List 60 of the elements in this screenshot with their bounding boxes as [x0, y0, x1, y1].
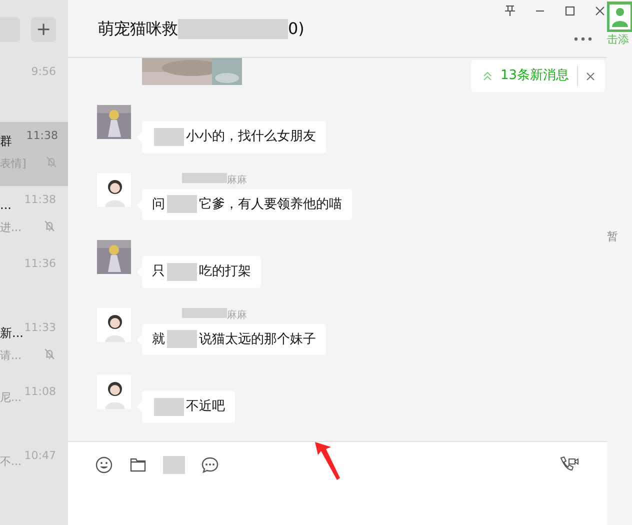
video-call-icon[interactable] — [559, 456, 579, 472]
pixelated-patch — [182, 308, 227, 318]
new-messages-banner[interactable]: 13条新消息 — [471, 60, 605, 92]
message-text: 不近吧 — [186, 398, 225, 416]
message-text: 吃的打架 — [199, 263, 251, 281]
chat-name: 新... — [0, 325, 24, 342]
add-button[interactable]: + — [31, 16, 56, 42]
chat-time: 11:36 — [24, 256, 56, 272]
chat-item[interactable]: 不... 10:47 — [0, 442, 68, 506]
message-text: 就 — [152, 330, 165, 348]
double-chevron-up-icon — [483, 71, 492, 81]
sender-name: 麻麻 — [227, 174, 247, 186]
message-text: 只 — [152, 263, 165, 281]
chat-preview: 尼... — [0, 390, 22, 406]
pixelated-patch — [167, 262, 197, 281]
pixelated-patch — [154, 398, 184, 416]
chat-title-tail: 0) — [288, 18, 304, 40]
message-text: 它爹，有人要领养他的喵 — [199, 196, 342, 214]
chat-time: 11:38 — [24, 192, 56, 208]
message-text: 问 — [152, 196, 165, 214]
user-avatar[interactable] — [97, 308, 131, 342]
chat-title: 萌宠猫咪救 — [98, 18, 178, 40]
pixelated-patch — [163, 456, 185, 474]
chat-preview: 请... — [0, 348, 22, 364]
sender-name: 麻麻 — [227, 310, 247, 320]
pixelated-patch — [167, 195, 197, 214]
message-text: 小小的，找什么女朋友 — [186, 128, 316, 146]
user-avatar[interactable] — [97, 172, 131, 206]
add-label[interactable]: 击添 — [607, 32, 632, 48]
chat-name: ... — [0, 197, 12, 214]
empty-label: 暂 — [607, 228, 619, 244]
chat-preview: 进... — [0, 220, 22, 236]
chat-preview: 不... — [0, 454, 22, 470]
message-text: 说猫太远的那个妹子 — [199, 330, 316, 348]
chat-time: 11:38 — [26, 128, 58, 144]
chat-bubble-icon[interactable] — [201, 456, 219, 474]
chat-time: 10:47 — [24, 448, 56, 464]
maximize-icon[interactable] — [563, 4, 577, 18]
close-icon[interactable] — [593, 4, 607, 18]
chat-item[interactable]: 尼... 11:08 — [0, 378, 68, 442]
pixelated-patch — [154, 128, 184, 146]
more-icon[interactable] — [573, 36, 593, 42]
pin-icon[interactable] — [503, 4, 517, 18]
chat-item[interactable]: ... 进... 11:38 — [0, 186, 68, 250]
chat-item[interactable]: 9:56 — [0, 58, 68, 122]
user-avatar[interactable] — [97, 375, 131, 409]
chat-name: 群 — [0, 133, 13, 150]
pixelated-patch — [182, 172, 227, 182]
arrow-annotation — [313, 440, 343, 482]
chat-item[interactable]: 新... 请... 11:33 — [0, 314, 68, 378]
chat-time: 9:56 — [31, 64, 56, 80]
close-icon[interactable] — [586, 72, 595, 80]
emoji-icon[interactable] — [95, 456, 113, 474]
chat-time: 11:33 — [24, 320, 56, 336]
chat-time: 11:08 — [24, 384, 56, 400]
folder-icon[interactable] — [129, 456, 147, 474]
pixelated-patch — [167, 330, 197, 348]
message-input[interactable] — [68, 441, 607, 525]
chat-item[interactable]: 11:36 — [0, 250, 68, 314]
new-messages-label: 13条新消息 — [500, 66, 578, 86]
